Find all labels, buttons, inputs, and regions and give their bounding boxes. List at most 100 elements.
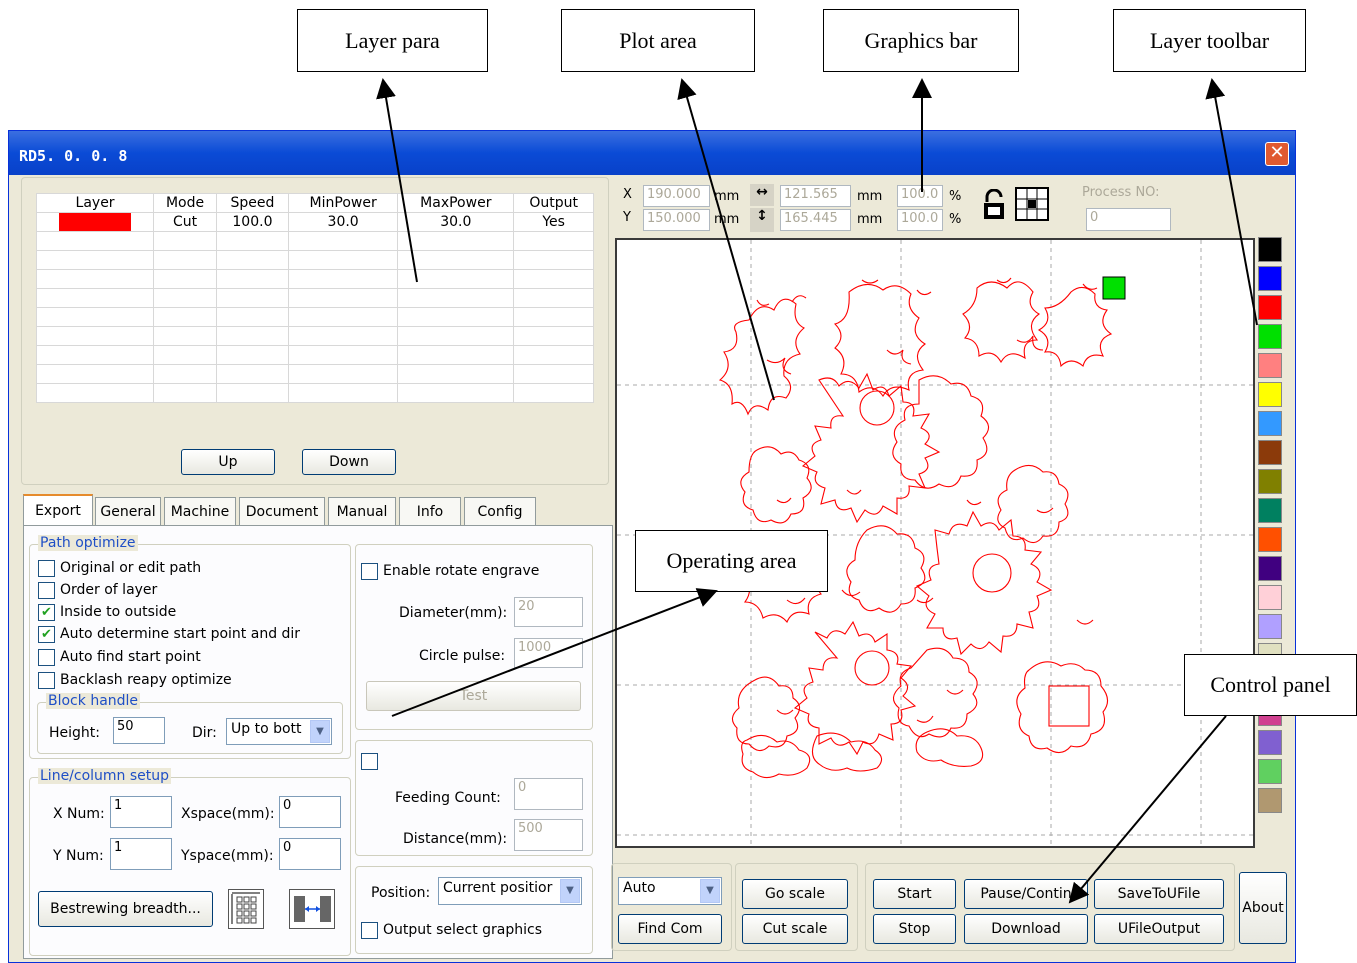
position-select[interactable]: Current positior ▼ — [438, 877, 582, 905]
align-grid-icon[interactable] — [1015, 187, 1049, 221]
about-button[interactable]: About — [1239, 872, 1287, 944]
layer-color-cell — [35, 212, 155, 232]
stop-button[interactable]: Stop — [873, 914, 956, 944]
tab-config[interactable]: Config — [464, 497, 536, 525]
spacing-icon[interactable] — [289, 889, 335, 929]
callout-layer-para: Layer para — [297, 9, 488, 72]
pulse-label: Circle pulse: — [419, 648, 506, 664]
auto-start-dir-checkbox[interactable]: ✔ — [38, 626, 55, 643]
height-input[interactable]: 50 — [113, 717, 165, 744]
layer-color-swatch[interactable] — [1258, 382, 1282, 407]
block-handle-legend: Block handle — [46, 693, 141, 709]
layer-color-swatch[interactable] — [1258, 469, 1282, 494]
layer-color-swatch[interactable] — [1258, 266, 1282, 291]
output-select-checkbox[interactable] — [361, 922, 378, 939]
cut-scale-button[interactable]: Cut scale — [742, 914, 848, 944]
yspace-input[interactable]: 0 — [279, 838, 341, 870]
layer-color-swatch[interactable] — [1258, 324, 1282, 349]
v-lock-icon[interactable]: ↕ — [750, 208, 774, 232]
header-layer[interactable]: Layer — [35, 193, 155, 213]
layer-color-swatch[interactable] — [1258, 759, 1282, 784]
save-to-ufile-button[interactable]: SaveToUFile — [1094, 879, 1224, 909]
callout-operating-area: Operating area — [635, 530, 828, 592]
y-position-input[interactable]: 150.000 — [643, 209, 710, 231]
find-com-button[interactable]: Find Com — [618, 914, 722, 944]
mode-select[interactable]: Auto ▼ — [618, 877, 722, 905]
tab-export[interactable]: Export — [23, 494, 93, 525]
down-button[interactable]: Down — [302, 449, 396, 475]
output-select-label: Output select graphics — [383, 922, 542, 938]
pulse-input[interactable]: 1000 — [514, 638, 583, 668]
y-label: Y — [623, 210, 631, 225]
layer-color-swatch[interactable] — [1258, 440, 1282, 465]
x-position-input[interactable]: 190.000 — [643, 185, 710, 207]
layer-color-swatch[interactable] — [1258, 411, 1282, 436]
h-lock-icon[interactable]: ↔ — [750, 184, 774, 206]
original-path-checkbox[interactable] — [38, 560, 55, 577]
dir-select[interactable]: Up to bott ▼ — [226, 718, 332, 745]
layer-color-swatch[interactable] — [1258, 353, 1282, 378]
order-layer-checkbox[interactable] — [38, 582, 55, 599]
xspace-input[interactable]: 0 — [279, 796, 341, 828]
scale-x-input[interactable]: 100.0 — [897, 185, 943, 207]
layer-color-swatch[interactable] — [1258, 237, 1282, 262]
path-optimize-legend: Path optimize — [38, 535, 138, 551]
layer-color-swatch[interactable] — [1258, 730, 1282, 755]
process-no-input[interactable]: 0 — [1086, 208, 1171, 231]
layer-color-swatch[interactable] — [1258, 498, 1282, 523]
layer-color-swatch[interactable] — [1258, 527, 1282, 552]
header-mode[interactable]: Mode — [153, 193, 217, 213]
ufile-output-button[interactable]: UFileOutput — [1094, 914, 1224, 944]
speed-cell: 100.0 — [215, 212, 289, 232]
table-row[interactable]: Cut 100.0 30.0 30.0 Yes — [35, 212, 594, 232]
process-no-label: Process NO: — [1082, 185, 1160, 200]
start-button[interactable]: Start — [873, 879, 956, 909]
table-row — [35, 345, 594, 365]
pause-continue-button[interactable]: Pause/Contin — [964, 879, 1088, 909]
backlash-checkbox[interactable] — [38, 672, 55, 689]
width-input[interactable]: 121.565 — [780, 185, 851, 207]
layer-color-swatch[interactable] — [1258, 614, 1282, 639]
go-scale-button[interactable]: Go scale — [742, 879, 848, 909]
feeding-checkbox[interactable] — [361, 753, 378, 770]
tab-machine[interactable]: Machine — [164, 497, 236, 525]
tab-manual[interactable]: Manual — [328, 497, 396, 525]
inside-outside-checkbox[interactable]: ✔ — [38, 604, 55, 621]
header-minpower[interactable]: MinPower — [287, 193, 399, 213]
tab-info[interactable]: Info — [399, 497, 461, 525]
up-button[interactable]: Up — [181, 449, 275, 475]
grid-array-icon[interactable] — [228, 889, 264, 929]
layer-color-swatch[interactable] — [1258, 585, 1282, 610]
test-button[interactable]: Test — [366, 681, 581, 711]
scale-y-input[interactable]: 100.0 — [897, 209, 943, 231]
layer-color-swatch[interactable] — [1258, 788, 1282, 813]
rotate-enable-label: Enable rotate engrave — [383, 563, 540, 579]
rotate-enable-checkbox[interactable] — [361, 563, 378, 580]
auto-find-start-label: Auto find start point — [60, 649, 201, 665]
bestrew-button[interactable]: Bestrewing breadth... — [38, 891, 213, 927]
header-speed[interactable]: Speed — [215, 193, 289, 213]
close-button[interactable]: ✕ — [1265, 142, 1289, 166]
height-size-input[interactable]: 165.445 — [780, 209, 851, 231]
download-button[interactable]: Download — [964, 914, 1088, 944]
layer-color-swatch[interactable] — [1258, 556, 1282, 581]
distance-input[interactable]: 500 — [514, 819, 583, 851]
layer-color-swatch[interactable] — [1258, 295, 1282, 320]
inside-outside-label: Inside to outside — [60, 604, 177, 620]
header-maxpower[interactable]: MaxPower — [397, 193, 515, 213]
lock-icon[interactable] — [982, 188, 1006, 221]
origin-marker — [1102, 276, 1126, 300]
auto-find-start-checkbox[interactable] — [38, 649, 55, 666]
callout-plot-area: Plot area — [561, 9, 755, 72]
layer-table[interactable]: Layer Mode Speed MinPower MaxPower Outpu… — [35, 193, 594, 403]
tab-document[interactable]: Document — [239, 497, 325, 525]
tab-general[interactable]: General — [95, 497, 161, 525]
header-output[interactable]: Output — [513, 193, 594, 213]
xnum-input[interactable]: 1 — [110, 796, 172, 828]
table-row — [35, 231, 594, 251]
layer-color-swatch — [59, 213, 132, 231]
feeding-count-input[interactable]: 0 — [514, 778, 583, 810]
table-row — [35, 307, 594, 327]
diameter-input[interactable]: 20 — [514, 597, 583, 627]
ynum-input[interactable]: 1 — [110, 838, 172, 870]
